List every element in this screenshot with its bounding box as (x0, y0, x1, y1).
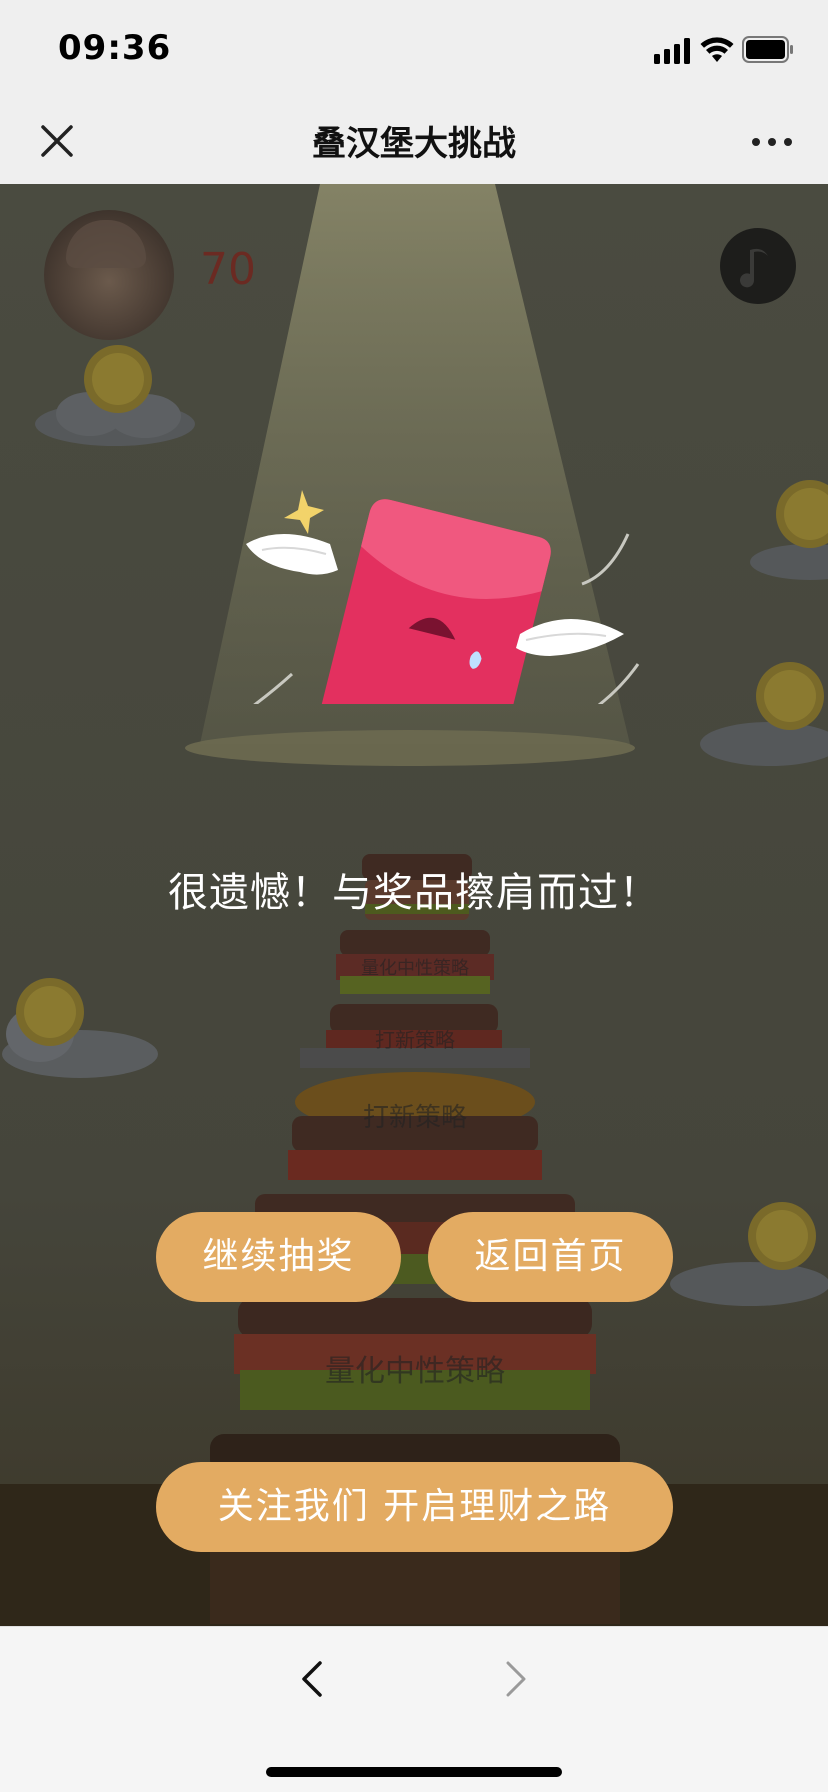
result-message: 很遗憾！与奖品擦肩而过！ (168, 870, 660, 916)
tower-label: 打新策略 (375, 1028, 455, 1052)
home-indicator (266, 1767, 562, 1777)
signal-icon (654, 38, 690, 64)
battery-icon (742, 36, 793, 63)
status-bar: 09:36 (0, 0, 828, 98)
continue-draw-button[interactable]: 继续抽奖 (156, 1212, 401, 1302)
tower-label: 打新策略 (362, 1103, 467, 1133)
chevron-left-icon[interactable] (296, 1657, 328, 1701)
wifi-icon (700, 37, 734, 62)
chevron-right-icon[interactable] (500, 1657, 532, 1701)
browser-bottom-bar (0, 1626, 828, 1792)
return-home-button[interactable]: 返回首页 (428, 1212, 673, 1302)
page-title: 叠汉堡大挑战 (312, 124, 516, 164)
tower-label: 量化中性策略 (325, 1354, 505, 1389)
follow-us-button[interactable]: 关注我们 开启理财之路 (156, 1462, 673, 1552)
coin-cloud-icon (670, 1202, 828, 1306)
game-area: 量化中性策略 打新策略 打新策略 量化中性策略 70 很遗憾！与奖品擦肩而过！ … (0, 184, 828, 1626)
status-time: 09:36 (58, 28, 172, 68)
nav-bar: 叠汉堡大挑战 (0, 98, 828, 184)
tower-label: 量化中性策略 (361, 958, 469, 979)
coin-cloud-icon (2, 978, 158, 1078)
red-packet-image (246, 490, 640, 704)
more-icon[interactable] (748, 124, 796, 160)
